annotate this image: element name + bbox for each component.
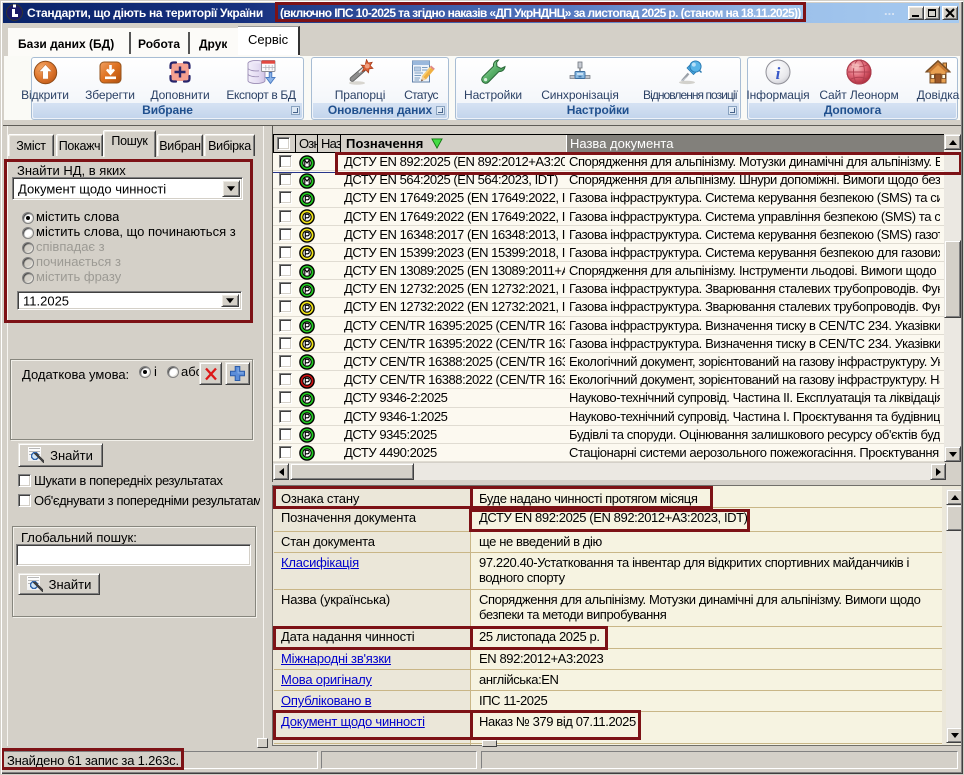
- svg-text:i: i: [776, 64, 781, 83]
